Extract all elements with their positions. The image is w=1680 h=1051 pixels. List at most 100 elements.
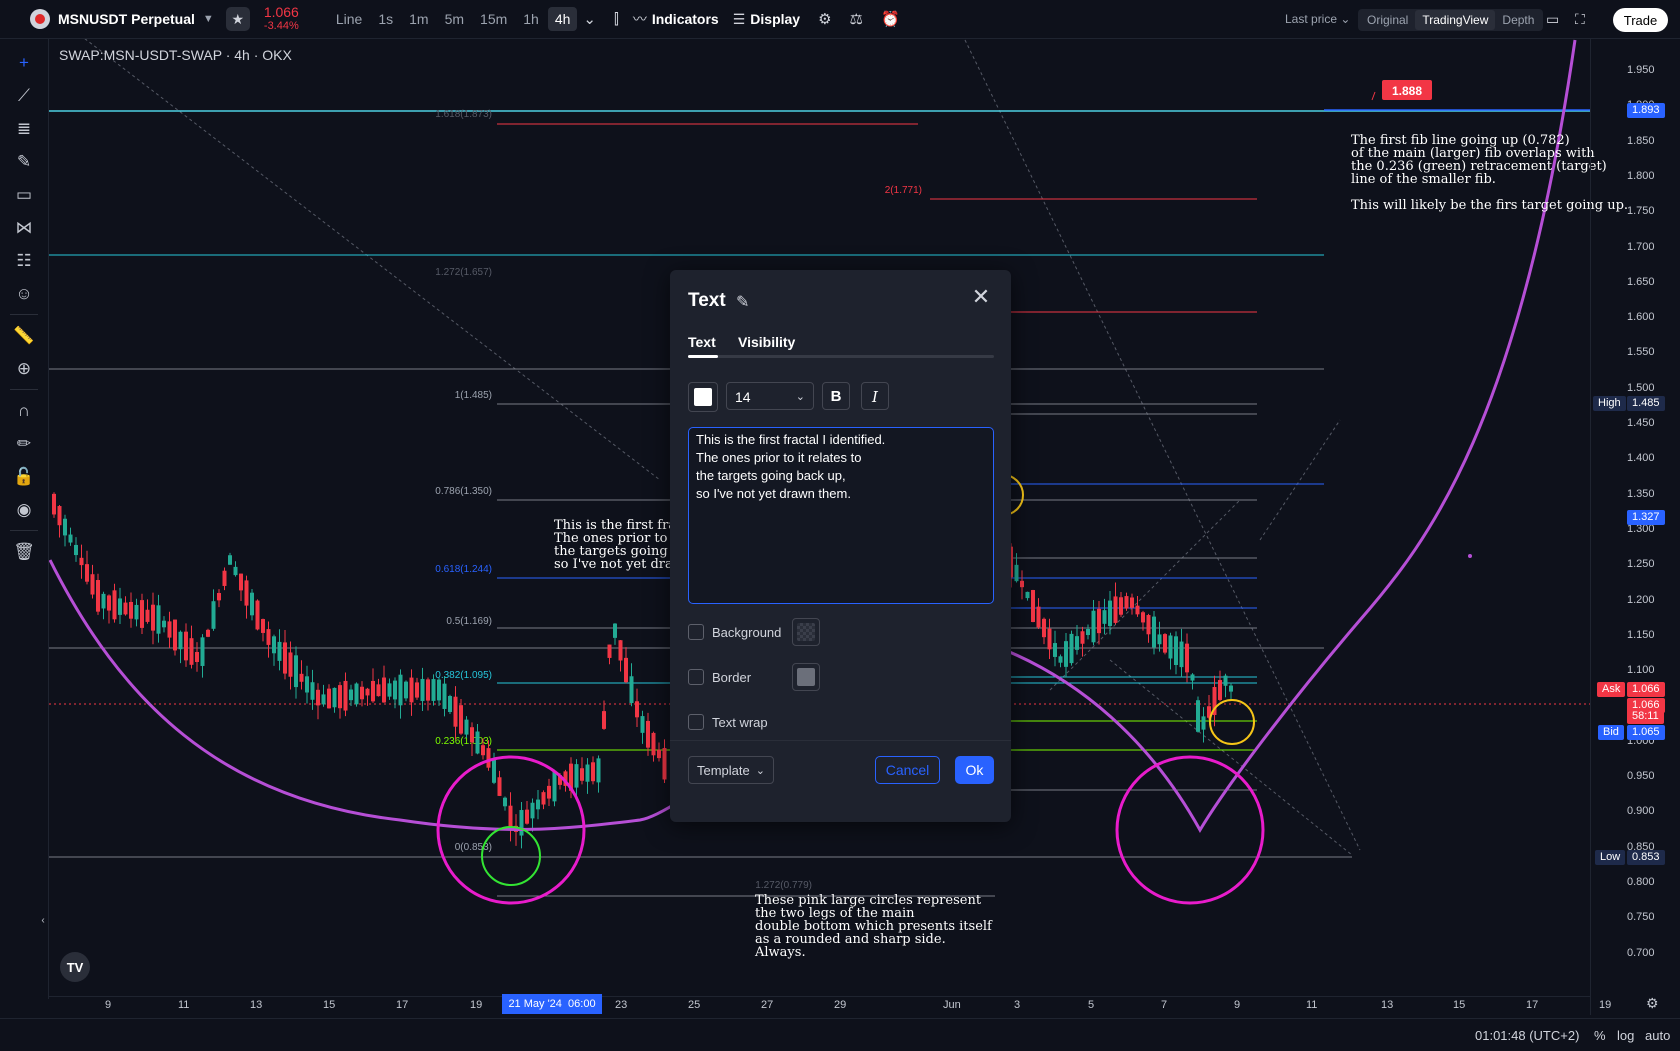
lock-drawing-icon[interactable]: ✏: [12, 432, 36, 456]
fullscreen-icon[interactable]: ⛶: [1575, 11, 1585, 28]
text-wrap-checkbox[interactable]: [688, 714, 704, 730]
fib-trend-line[interactable]: [964, 39, 1361, 851]
candle-body: [184, 631, 188, 661]
candle-body: [299, 673, 304, 682]
cancel-button[interactable]: Cancel: [875, 756, 940, 784]
horizontal-lines-icon[interactable]: ≣: [12, 117, 36, 141]
price-axis-label: 1.200: [1627, 593, 1655, 606]
price-axis-label: 1.250: [1627, 558, 1655, 571]
text-color-swatch[interactable]: [688, 382, 718, 412]
candle-body: [580, 768, 584, 781]
candle-type-icon[interactable]: ⫿: [614, 11, 619, 28]
dialog-divider: [670, 740, 1011, 741]
pink-circle-right[interactable]: [1115, 755, 1265, 905]
auto-toggle[interactable]: auto: [1645, 1028, 1670, 1043]
font-size-select[interactable]: 14 ⌄: [726, 382, 814, 410]
candle-body: [343, 680, 348, 711]
indicators-button[interactable]: 〰 Indicators: [633, 9, 719, 29]
candle-body: [613, 623, 617, 638]
candle-body: [1064, 641, 1068, 667]
chevron-down-icon[interactable]: ⌄: [583, 10, 596, 28]
callout-icon[interactable]: ▭: [12, 183, 36, 207]
time-axis[interactable]: [49, 996, 1590, 1019]
gear-icon[interactable]: ⚙: [818, 10, 831, 28]
timeframe-1m[interactable]: 1m: [402, 7, 435, 31]
fib-label: 0.786(1.350): [435, 486, 492, 497]
lock-icon[interactable]: 🔓: [12, 465, 36, 489]
eye-icon[interactable]: ◉: [12, 498, 36, 522]
bold-button[interactable]: B: [822, 382, 850, 410]
italic-button[interactable]: I: [861, 382, 889, 410]
annotation-top-right[interactable]: The first fib line going up (0.782) of t…: [1351, 134, 1628, 212]
zoom-in-icon[interactable]: ⊕: [12, 357, 36, 381]
annotation-bottom[interactable]: These pink large circles represent the t…: [755, 894, 992, 959]
tradingview-logo[interactable]: TV: [60, 952, 90, 982]
percent-toggle[interactable]: %: [1594, 1028, 1606, 1043]
text-color-fill: [694, 388, 712, 406]
text-input[interactable]: This is the first fractal I identified. …: [688, 427, 994, 604]
close-icon[interactable]: ✕: [970, 286, 992, 308]
view-tradingview[interactable]: TradingView: [1415, 10, 1496, 30]
chevron-down-icon[interactable]: ▼: [203, 13, 214, 25]
log-toggle[interactable]: log: [1617, 1028, 1634, 1043]
yellow-circle[interactable]: [1209, 699, 1255, 745]
candle-body: [426, 679, 430, 701]
candle-body: [112, 590, 117, 620]
border-color-swatch[interactable]: [792, 663, 820, 691]
fib-icon[interactable]: ☷: [12, 249, 36, 273]
time-axis-settings-icon[interactable]: ⚙: [1646, 995, 1659, 1012]
display-button[interactable]: ☰ Display: [733, 11, 800, 28]
border-checkbox[interactable]: [688, 669, 704, 685]
toolbar-divider: [10, 389, 38, 390]
border-option[interactable]: Border: [688, 667, 751, 687]
annotation-mid[interactable]: This is the first fract The ones prior t…: [554, 519, 670, 571]
fib-trend-line[interactable]: [1049, 499, 1241, 691]
alert-icon[interactable]: ⏰: [881, 10, 900, 28]
trend-line-icon[interactable]: ⟋: [12, 84, 36, 108]
fib-trend-line[interactable]: [1259, 419, 1341, 541]
candle-body: [316, 689, 320, 706]
ruler-icon[interactable]: 📏: [12, 324, 36, 348]
favorite-star-icon[interactable]: ★: [225, 7, 250, 31]
price-axis-label: 1.150: [1627, 628, 1655, 641]
crosshair-icon[interactable]: +: [12, 51, 36, 75]
timeframe-5m[interactable]: 5m: [438, 7, 471, 31]
window-icon[interactable]: ▭: [1546, 11, 1559, 28]
trash-icon[interactable]: 🗑: [12, 540, 36, 564]
timeframe-1s[interactable]: 1s: [371, 7, 400, 31]
template-select[interactable]: Template ⌄: [688, 756, 774, 784]
pencil-icon[interactable]: ✎: [736, 292, 749, 312]
symbol-name[interactable]: MSNUSDT Perpetual: [58, 11, 195, 27]
emoji-icon[interactable]: ☺: [12, 282, 36, 306]
magnet-icon[interactable]: ∩: [12, 399, 36, 423]
background-color-swatch[interactable]: [792, 618, 820, 646]
timeframe-1h[interactable]: 1h: [516, 7, 546, 31]
view-depth[interactable]: Depth: [1495, 10, 1541, 30]
text-settings-dialog: Text ✎ ✕ Text Visibility 14 ⌄ B I This i…: [670, 270, 1011, 822]
clock[interactable]: 01:01:48 (UTC+2): [1475, 1028, 1579, 1043]
fib-label: 0.5(1.169): [446, 616, 492, 627]
scale-icon[interactable]: ⚖: [850, 10, 863, 28]
candle-body: [63, 518, 67, 536]
timeframe-15m[interactable]: 15m: [473, 7, 514, 31]
text-wrap-option[interactable]: Text wrap: [688, 712, 768, 732]
time-axis-label: 25: [688, 999, 701, 1011]
tab-text[interactable]: Text: [688, 334, 716, 350]
pattern-icon[interactable]: ⋈: [12, 216, 36, 240]
tab-visibility[interactable]: Visibility: [738, 334, 795, 350]
background-checkbox[interactable]: [688, 624, 704, 640]
timeframe-4h[interactable]: 4h: [547, 7, 578, 31]
trade-button[interactable]: Trade: [1613, 8, 1668, 32]
view-original[interactable]: Original: [1360, 10, 1415, 30]
collapse-toolbar-icon[interactable]: ‹: [38, 909, 48, 933]
high-label: High: [1593, 396, 1626, 411]
drawing-toolbar: + ⟋ ≣ ✎ ▭ ⋈ ☷ ☺ 📏 ⊕ ∩ ✏ 🔓 ◉ 🗑 ‹: [0, 39, 49, 999]
price-axis-label: 1.550: [1627, 346, 1655, 359]
brush-icon[interactable]: ✎: [12, 150, 36, 174]
background-option[interactable]: Background: [688, 622, 781, 642]
fib-trend-line[interactable]: [80, 39, 661, 481]
low-value: 0.853: [1627, 850, 1665, 865]
last-price-select[interactable]: Last price ⌄: [1285, 12, 1350, 26]
ok-button[interactable]: Ok: [955, 756, 994, 784]
timeframe-line[interactable]: Line: [329, 7, 369, 31]
